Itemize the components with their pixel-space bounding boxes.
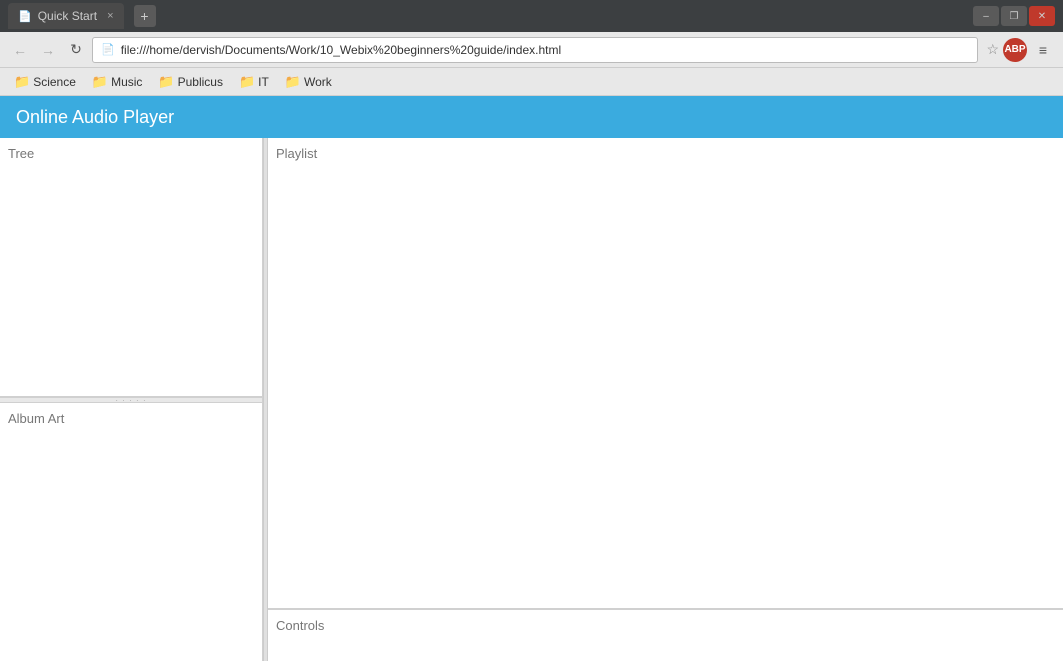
bookmark-label: Work [304,75,332,89]
reload-button[interactable]: ↻ [64,38,88,62]
back-button[interactable]: ← [8,38,32,62]
bookmark-music[interactable]: 📁 Music [86,72,149,92]
titlebar: 📄 Quick Start × + – ❐ ✕ [0,0,1063,32]
bookmark-label: IT [258,75,269,89]
bookmark-label: Publicus [178,75,223,89]
right-panel: Playlist Controls [268,138,1063,661]
window-controls: – ❐ ✕ [973,6,1055,26]
browser-tab[interactable]: 📄 Quick Start × [8,3,124,29]
close-button[interactable]: ✕ [1029,6,1055,26]
browser-window: 📄 Quick Start × + – ❐ ✕ ← → ↻ 📄 file:///… [0,0,1063,661]
folder-icon: 📁 [92,74,108,90]
tree-section: Tree [0,138,262,397]
controls-section: Controls [268,609,1063,661]
bookmark-science[interactable]: 📁 Science [8,72,82,92]
left-panel: Tree · · · · · Album Art [0,138,263,661]
adblock-button[interactable]: ABP [1003,38,1027,62]
album-art-section: Album Art [0,403,262,661]
controls-label: Controls [276,618,324,633]
bookmark-label: Music [111,75,142,89]
playlist-section: Playlist [268,138,1063,609]
bookmark-publicus[interactable]: 📁 Publicus [152,72,229,92]
folder-icon: 📁 [14,74,30,90]
tree-label: Tree [8,146,34,161]
app-body: Tree · · · · · Album Art Playlist Contro… [0,138,1063,661]
browser-menu-button[interactable]: ≡ [1031,38,1055,62]
tab-close-button[interactable]: × [107,10,113,22]
new-tab-button[interactable]: + [134,5,156,27]
app-title: Online Audio Player [16,107,174,128]
tab-label: Quick Start [38,9,97,23]
app-header: Online Audio Player [0,96,1063,138]
folder-icon: 📁 [239,74,255,90]
bookmark-work[interactable]: 📁 Work [279,72,338,92]
bookmarks-bar: 📁 Science 📁 Music 📁 Publicus 📁 IT 📁 Work [0,68,1063,96]
album-art-label: Album Art [8,411,64,426]
address-bar[interactable]: 📄 file:///home/dervish/Documents/Work/10… [92,37,978,63]
folder-icon: 📁 [285,74,301,90]
restore-button[interactable]: ❐ [1001,6,1027,26]
bookmark-it[interactable]: 📁 IT [233,72,275,92]
tab-page-icon: 📄 [18,10,32,23]
playlist-label: Playlist [276,146,317,161]
navigation-bar: ← → ↻ 📄 file:///home/dervish/Documents/W… [0,32,1063,68]
address-page-icon: 📄 [101,43,115,56]
bookmark-star-button[interactable]: ☆ [986,41,999,58]
app-area: Online Audio Player Tree · · · · · Album… [0,96,1063,661]
minimize-button[interactable]: – [973,6,999,26]
forward-button[interactable]: → [36,38,60,62]
bookmark-label: Science [33,75,76,89]
folder-icon: 📁 [158,74,174,90]
address-text: file:///home/dervish/Documents/Work/10_W… [121,43,970,57]
